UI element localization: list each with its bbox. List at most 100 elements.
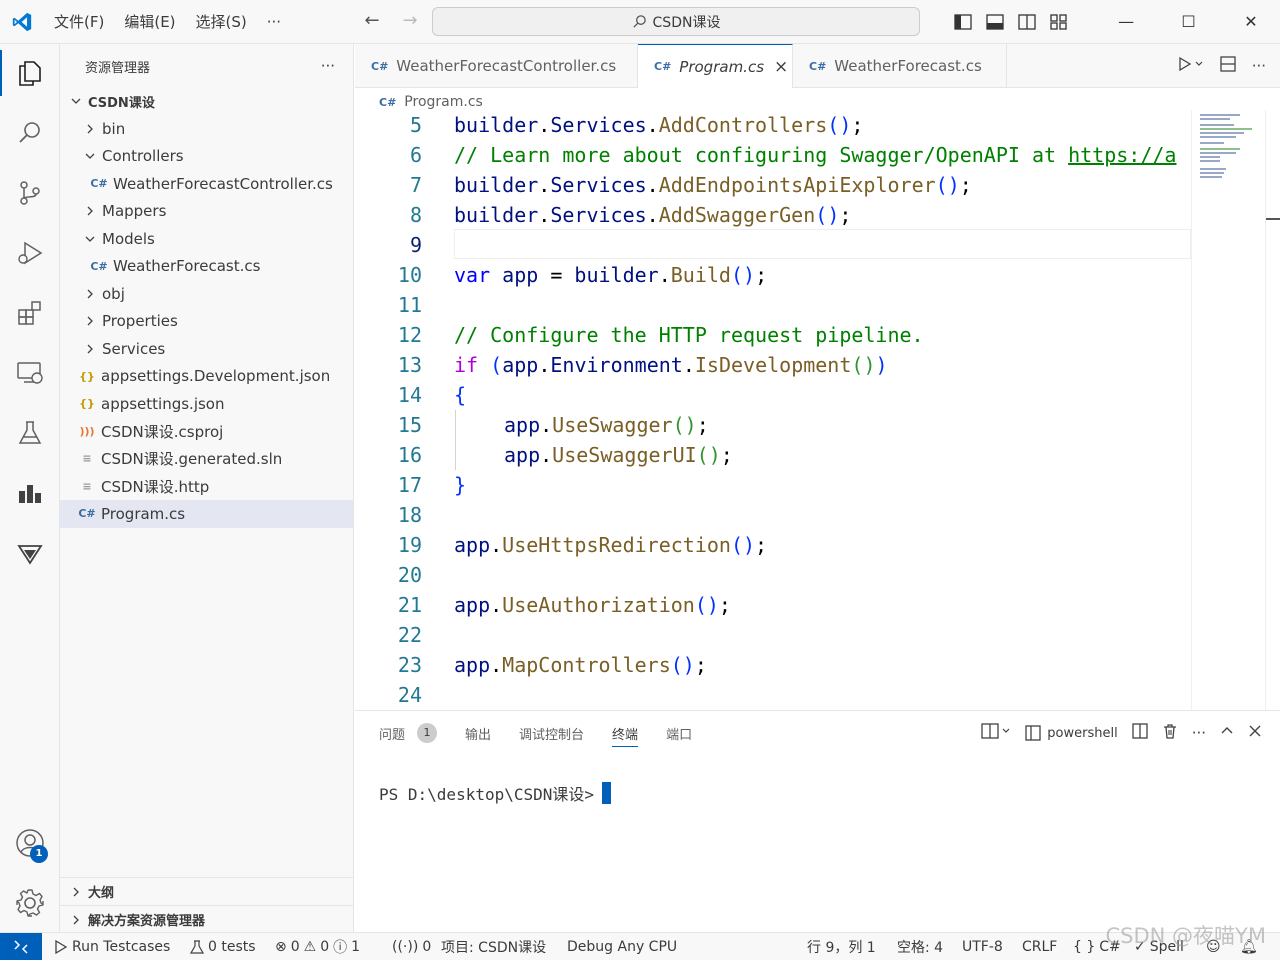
trash-icon[interactable] <box>1162 723 1178 743</box>
code-line: 5 builder.Services.AddControllers(); <box>409 113 864 137</box>
breadcrumb-file[interactable]: Program.cs <box>404 94 483 110</box>
chevron-down-icon <box>68 96 84 106</box>
back-arrow-icon[interactable]: ← <box>360 8 384 34</box>
chevron-down-icon <box>82 151 98 161</box>
menu-file[interactable]: 文件(F) <box>44 0 114 44</box>
maximize-icon[interactable]: ☐ <box>1160 0 1218 44</box>
toggle-secondary-sidebar-icon[interactable] <box>1017 13 1037 31</box>
toggle-panel-icon[interactable] <box>985 13 1005 31</box>
split-layout-icon[interactable] <box>981 723 1011 743</box>
split-terminal-icon[interactable] <box>1132 723 1148 743</box>
tab-ports[interactable]: 端口 <box>666 711 692 755</box>
split-editor-icon[interactable] <box>1220 56 1236 76</box>
search-icon[interactable] <box>0 104 60 162</box>
tab-debug-console[interactable]: 调试控制台 <box>519 711 584 755</box>
info-count: 1 <box>351 939 361 955</box>
terminal-prompt: PS D:\desktop\CSDN课设> <box>379 785 595 804</box>
settings-gear-icon[interactable] <box>0 874 60 932</box>
run-debug-icon[interactable] <box>0 224 60 282</box>
tree-folder[interactable]: Services <box>60 335 353 363</box>
code-editor[interactable]: 5 builder.Services.AddControllers(); 6// … <box>355 110 1191 710</box>
minimize-icon[interactable]: — <box>1097 0 1155 44</box>
terminal-instance[interactable]: powershell <box>1025 725 1118 741</box>
editor-actions: ··· <box>1178 44 1266 88</box>
encoding-item[interactable]: UTF-8 <box>962 933 1003 960</box>
config-item[interactable]: Debug Any CPU <box>567 933 677 960</box>
funnel-icon[interactable] <box>0 524 60 582</box>
tree-file[interactable]: C# WeatherForecast.cs <box>60 253 353 281</box>
command-center-search[interactable]: CSDN课设 <box>432 7 920 36</box>
tree-folder[interactable]: bin <box>60 115 353 143</box>
menu-more[interactable]: ··· <box>257 0 291 44</box>
text-file-icon: ≡ <box>82 452 92 466</box>
tree-folder[interactable]: Properties <box>60 308 353 336</box>
explorer-more-actions[interactable]: ··· <box>321 57 335 75</box>
tree-file[interactable]: ≡ CSDN课设.http <box>60 473 353 501</box>
maximize-panel-icon[interactable] <box>1220 724 1234 742</box>
tree-file[interactable]: {} appsettings.json <box>60 390 353 418</box>
tree-folder[interactable]: obj <box>60 280 353 308</box>
tree-file[interactable]: C# Program.cs <box>60 500 353 528</box>
title-bar: 文件(F) 编辑(E) 选择(S) ··· ← → CSDN课设 — ☐ ✕ <box>0 0 1280 44</box>
ports-item[interactable]: ((·)) 0 <box>392 933 431 960</box>
customize-layout-icon[interactable] <box>1049 13 1069 31</box>
tree-folder[interactable]: Models <box>60 225 353 253</box>
project-item[interactable]: 项目: CSDN课设 <box>441 933 546 960</box>
more-actions-icon[interactable]: ··· <box>1252 57 1266 75</box>
tab-label: WeatherForecast.cs <box>834 57 982 75</box>
close-window-icon[interactable]: ✕ <box>1222 0 1280 44</box>
explorer-icon[interactable] <box>0 44 60 102</box>
solution-explorer-label: 解决方案资源管理器 <box>88 914 206 929</box>
more-actions-icon[interactable]: ··· <box>1192 724 1206 742</box>
tab-problems[interactable]: 问题 1 <box>379 711 438 755</box>
csharp-file-icon: C# <box>379 95 397 109</box>
tab-weatherforecast[interactable]: C# WeatherForecast.cs <box>793 44 1007 88</box>
run-testcases-item[interactable]: Run Testcases <box>54 933 170 960</box>
menu-selection[interactable]: 选择(S) <box>186 0 257 44</box>
close-panel-icon[interactable] <box>1248 724 1262 742</box>
close-tab-icon[interactable]: × <box>774 57 788 77</box>
analytics-bar-icon[interactable] <box>0 464 60 522</box>
outline-section[interactable]: 大纲 <box>60 877 353 905</box>
tab-weatherforecastcontroller[interactable]: C# WeatherForecastController.cs <box>355 44 638 88</box>
terminal-output[interactable]: PS D:\desktop\CSDN课设> <box>379 781 612 805</box>
editor-scrollbar[interactable] <box>1265 110 1280 710</box>
flask-icon <box>190 940 204 954</box>
window-controls-area: — ☐ ✕ <box>953 0 1280 44</box>
chevron-down-icon <box>82 234 98 244</box>
remote-indicator-icon[interactable] <box>0 933 42 960</box>
problems-item[interactable]: ⊗ 0 ⚠ 0 ⓘ 1 <box>275 933 360 960</box>
tree-folder[interactable]: Mappers <box>60 198 353 226</box>
testing-flask-icon[interactable] <box>0 404 60 462</box>
extensions-icon[interactable] <box>0 284 60 342</box>
errors-count: 0 <box>290 939 300 955</box>
solution-explorer-section[interactable]: 解决方案资源管理器 <box>60 905 353 933</box>
explorer-title: 资源管理器 <box>85 60 151 76</box>
comment-link[interactable]: https://a <box>1068 143 1176 167</box>
run-icon[interactable] <box>1178 56 1204 76</box>
cursor-position-item[interactable]: 行 9，列 1 <box>807 933 876 960</box>
tab-output[interactable]: 输出 <box>465 711 491 755</box>
tests-item[interactable]: 0 tests <box>190 933 256 960</box>
tree-file[interactable]: C# WeatherForecastController.cs <box>60 170 353 198</box>
tab-terminal[interactable]: 终端 <box>612 711 639 755</box>
tree-file[interactable]: ))) CSDN课设.csproj <box>60 418 353 446</box>
remote-explorer-icon[interactable] <box>0 344 60 402</box>
tree-file[interactable]: ≡ CSDN课设.generated.sln <box>60 445 353 473</box>
menu-edit[interactable]: 编辑(E) <box>114 0 185 44</box>
eol-item[interactable]: CRLF <box>1022 933 1057 960</box>
forward-arrow-icon[interactable]: → <box>398 8 422 34</box>
tree-folder[interactable]: Controllers <box>60 143 353 171</box>
code-line: 17} <box>397 473 467 497</box>
tree-file[interactable]: {} appsettings.Development.json <box>60 363 353 391</box>
code-line: 12// Configure the HTTP request pipeline… <box>397 323 924 347</box>
workspace-root[interactable]: CSDN课设 <box>60 88 353 114</box>
minimap[interactable] <box>1191 110 1265 710</box>
code-line-current: 9 <box>409 233 422 257</box>
source-control-icon[interactable] <box>0 164 60 222</box>
accounts-icon[interactable]: 1 <box>0 814 60 872</box>
indentation-item[interactable]: 空格: 4 <box>897 933 943 960</box>
toggle-primary-sidebar-icon[interactable] <box>953 13 973 31</box>
tab-program-cs[interactable]: C# Program.cs × <box>638 44 793 88</box>
tab-label: Program.cs <box>679 57 765 76</box>
